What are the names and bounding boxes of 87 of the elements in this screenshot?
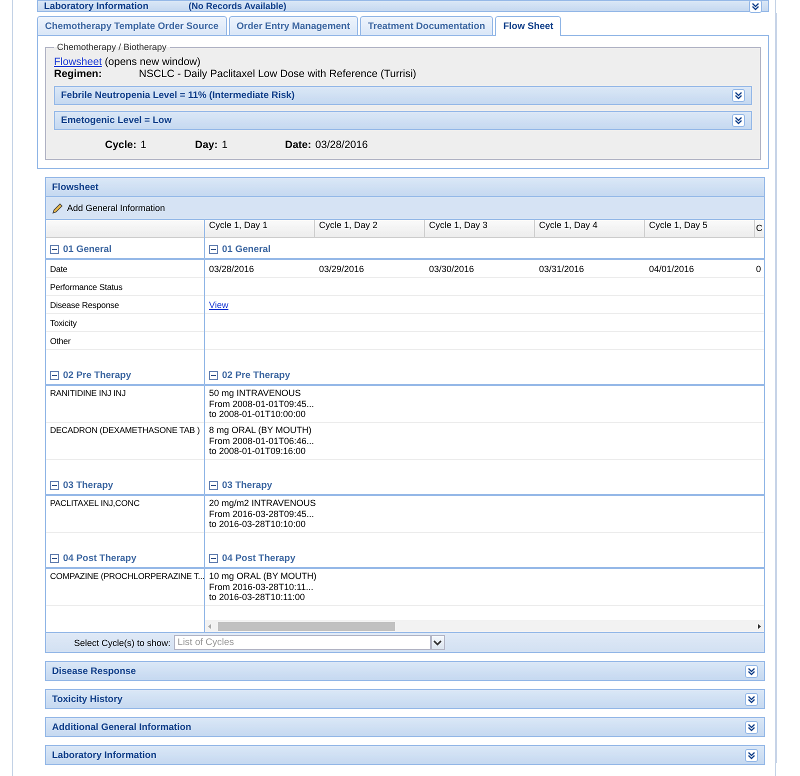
link-note: (opens new window)	[104, 56, 200, 68]
row-label: DECADRON (DEXAMETHASONE TAB )	[50, 425, 200, 435]
collapse-icon[interactable]	[209, 481, 218, 490]
expand-icon[interactable]	[745, 664, 758, 678]
tab[interactable]: Flow Sheet	[495, 16, 562, 36]
panel-title: Febrile Neutropenia Level = 11% (Intermediate Risk)	[61, 90, 295, 101]
tab[interactable]: Chemotherapy Template Order Source	[37, 16, 227, 35]
cycles-field[interactable]: List of Cycles	[174, 635, 431, 650]
panel-header[interactable]: Laboratory Information (No Records Available)	[37, 0, 769, 12]
panel-title: Additional General Information	[52, 722, 192, 732]
collapse-icon[interactable]	[209, 554, 218, 563]
regimen-label: Regimen:	[54, 68, 103, 80]
column-header: Cycle 1, Day 1	[205, 220, 315, 238]
field-label: Date:	[285, 139, 312, 151]
panel-title: Emetogenic Level = Low	[61, 115, 172, 126]
table-cell: 0	[756, 264, 762, 274]
table-cell: 04/01/2016	[649, 264, 694, 274]
dropdown-caret-icon	[433, 640, 442, 646]
expand-icon[interactable]	[745, 720, 758, 734]
flowsheet-link[interactable]: Flowsheet	[54, 56, 102, 68]
table-cell: 03/30/2016	[429, 264, 474, 274]
field-value: 03/28/2016	[315, 139, 368, 151]
add-button[interactable]: Add General Information	[52, 202, 166, 214]
expand-icon[interactable]	[745, 692, 758, 706]
section-title: 01 General	[63, 244, 112, 255]
panel-header[interactable]: Toxicity History	[45, 689, 765, 709]
expand-icon[interactable]	[745, 748, 758, 762]
expand-icon[interactable]	[732, 89, 745, 102]
panel-title: Laboratory Information	[44, 0, 149, 12]
panel-header[interactable]: Emetogenic Level = Low	[54, 111, 752, 130]
panel-note: (No Records Available)	[188, 1, 286, 11]
section-title: 04 Post Therapy	[63, 553, 136, 564]
tab[interactable]: Treatment Documentation	[360, 16, 494, 35]
field-value: 1	[222, 139, 228, 151]
collapse-icon[interactable]	[209, 245, 218, 254]
dose-cell: 50 mg INTRAVENOUS From 2008-01-01T09:45... to 2008-01-01T10:00:00	[209, 388, 314, 419]
dose-cell: 8 mg ORAL (BY MOUTH) From 2008-01-01T06:46... to 2008-01-01T09:16:00	[209, 425, 314, 456]
row-label: Date	[50, 264, 68, 274]
column-header: Cycle 1, Day 2	[315, 220, 425, 238]
section-title: 03 Therapy	[63, 480, 114, 491]
pencil-icon	[52, 202, 64, 214]
row-label: Performance Status	[50, 282, 122, 292]
table-cell: 03/29/2016	[319, 264, 364, 274]
row-label: Toxicity	[50, 318, 77, 328]
row-label: Other	[50, 336, 71, 346]
collapse-icon[interactable]	[50, 371, 59, 380]
section-title: 02 Pre Therapy	[63, 370, 132, 381]
row-label: PACLITAXEL INJ,CONC	[50, 498, 140, 508]
field-label: Cycle:	[105, 139, 137, 151]
panel-header[interactable]: Febrile Neutropenia Level = 11% (Intermediate Risk)	[54, 86, 752, 105]
collapse-icon[interactable]	[50, 481, 59, 490]
horizontal-scrollbar[interactable]	[205, 620, 764, 632]
column-header: Cycle 1, Day 3	[425, 220, 535, 238]
dose-cell: 10 mg ORAL (BY MOUTH) From 2016-03-28T10:11... to 2016-03-28T10:11:00	[209, 571, 317, 602]
table-cell: 03/31/2016	[539, 264, 584, 274]
dropdown-button[interactable]	[430, 635, 445, 650]
field-value: 1	[140, 139, 146, 151]
panel-title: Flowsheet	[52, 182, 98, 192]
fieldset-legend: Chemotherapy / Biotherapy	[54, 42, 170, 52]
panel-title: Laboratory Information	[52, 750, 157, 760]
regimen-value: NSCLC - Daily Paclitaxel Low Dose with Reference (Turrisi)	[138, 68, 416, 80]
row-label: Disease Response	[50, 300, 119, 310]
panel-header[interactable]: Additional General Information	[45, 717, 765, 737]
panel-title: Disease Response	[52, 666, 136, 676]
view-link[interactable]: View	[209, 300, 228, 310]
panel-header[interactable]: Laboratory Information	[45, 745, 765, 765]
section-title: 04 Post Therapy	[222, 553, 296, 564]
panel-title: Toxicity History	[52, 694, 123, 704]
panel-header[interactable]: Disease Response	[45, 661, 765, 681]
column-header: C	[755, 220, 764, 238]
section-title: 01 General	[222, 244, 271, 255]
field-label: Day:	[195, 139, 218, 151]
section-title: 03 Therapy	[222, 480, 272, 491]
select-label: Select Cycle(s) to show:	[74, 638, 171, 648]
tab[interactable]: Order Entry Management	[228, 16, 358, 35]
section-title: 02 Pre Therapy	[222, 370, 290, 381]
column-header: Cycle 1, Day 5	[645, 220, 755, 238]
row-label: RANITIDINE INJ INJ	[50, 388, 126, 398]
row-label: COMPAZINE (PROCHLORPERAZINE T...	[50, 571, 204, 581]
collapse-icon[interactable]	[50, 245, 59, 254]
collapse-icon[interactable]	[50, 554, 59, 563]
collapse-icon[interactable]	[209, 371, 218, 380]
column-header: Cycle 1, Day 4	[535, 220, 645, 238]
expand-icon[interactable]	[732, 114, 745, 127]
table-cell: 03/28/2016	[209, 264, 254, 274]
dose-cell: 20 mg/m2 INTRAVENOUS From 2016-03-28T09:45... to 2016-03-28T10:10:00	[209, 498, 316, 529]
expand-icon[interactable]	[749, 0, 762, 12]
